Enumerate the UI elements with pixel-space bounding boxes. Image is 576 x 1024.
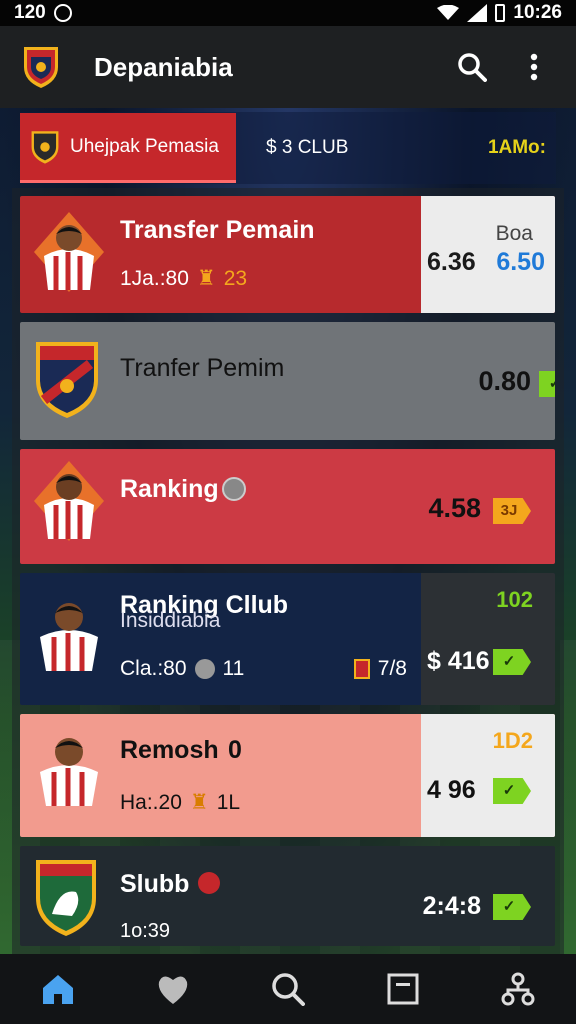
card-title-suffix: 0 [228,736,242,764]
ball-icon [194,659,215,679]
list-item[interactable]: Slubb 1o:39 2:4:8 ✓ [20,846,555,946]
list-item[interactable]: Tranfer Pemim 0.80 ✓ [20,322,555,440]
card-meta: Cla.:80 11 [120,657,244,681]
player-avatar [40,603,98,671]
club-crest-icon [31,130,59,164]
club-crest-logo [24,47,58,88]
card-score: 2:4:8 [422,892,481,920]
status-time-left: 120 [14,2,46,23]
search-icon [458,53,487,82]
card-score-panel: 1D2 4 96 ✓ [421,714,555,837]
tab-bar: Uhejpak Pemasia $ 3 CLUB 1AMo: [20,112,556,184]
club-crest-icon [36,342,98,418]
check-tag: ✓ [539,371,555,397]
card-title: Transfer Pemain [120,216,315,244]
rank-tag: 3J [493,498,531,524]
card-meta: 1Ja.:80 ♜ 23 [120,266,247,291]
trophy-icon: ♜ [189,791,209,814]
list-item[interactable]: Remosh 0 Ha:.20 ♜ 1L 1D2 4 96 ✓ [20,714,555,837]
card-top-number: 102 [496,587,533,612]
club-crest-icon [36,860,96,936]
network-icon [501,972,535,1006]
nav-favorites[interactable] [151,967,195,1011]
list-item[interactable]: Transfer Pemain 1Ja.:80 ♜ 23 Boa 6.36 6.… [20,196,555,313]
player-avatar [34,461,104,541]
tab-club[interactable]: $ 3 CLUB [266,137,348,159]
status-bar: 120 10:26 [0,0,576,26]
player-avatar [40,738,98,806]
heart-icon [158,976,188,1004]
wifi-icon [437,5,460,20]
nav-search[interactable] [266,967,310,1011]
ball-icon [222,477,246,501]
card-score: $ 416 [427,647,490,675]
card-score: 0.80 [478,366,531,396]
list-item[interactable]: Ranking 4.58 3J [20,449,555,564]
status-time-right: 10:26 [513,2,562,23]
card-score-label: Boa [495,222,533,245]
app-title: Depaniabia [94,51,233,82]
tab-right[interactable]: 1AMo: [488,137,546,159]
card-score-panel: 102 $ 416 ✓ [421,573,555,705]
more-vert-icon [530,53,538,81]
card-score-b: 6.50 [496,248,545,276]
bottom-nav [0,954,576,1024]
card-meta-value: Ha:.20 [120,790,182,814]
tab-active[interactable]: Uhejpak Pemasia [20,113,236,183]
battery-icon [495,4,506,22]
tab-active-label: Uhejpak Pemasia [70,135,219,157]
card-meta-club: 7/8 [353,657,407,681]
card-meta-value: 1Ja.:80 [120,266,189,290]
card-title: Tranfer Pemim [120,354,285,382]
card-meta-value: 1o:39 [120,920,171,942]
card-meta-value: Cla.:80 [120,657,187,680]
check-tag: ✓ [493,649,531,675]
nav-squad[interactable] [381,967,425,1011]
card-score: 4 96 [427,776,476,804]
more-options-button[interactable] [514,47,554,87]
card-score: 4.58 [428,493,481,523]
card-score-a: 6.36 [427,248,476,276]
home-icon [42,975,73,1004]
card-title: Slubb [120,870,190,898]
card-top-number: 1D2 [492,728,533,753]
square-icon [387,973,419,1005]
card-meta-ratio: 7/8 [377,657,407,680]
notification-icon [53,4,72,22]
signal-icon [467,4,488,22]
card-meta: Ha:.20 ♜ 1L [120,790,240,815]
check-tag: ✓ [493,894,531,920]
transfer-list: Transfer Pemain 1Ja.:80 ♜ 23 Boa 6.36 6.… [12,188,564,954]
trophy-icon: ♜ [196,267,216,290]
nav-network[interactable] [496,967,540,1011]
card-subtitle: Insiddiabia [120,609,221,632]
list-item[interactable]: Ranking Cllub Insiddiabia Cla.:80 11 7/8… [20,573,555,705]
club-crest-icon [353,659,370,679]
card-title: Ranking [120,475,219,503]
card-meta-count: 11 [222,657,245,680]
card-meta-count: 23 [223,266,248,290]
nav-home[interactable] [36,967,80,1011]
check-tag: ✓ [493,778,531,804]
app-bar: Depaniabia [0,26,576,108]
search-button[interactable] [452,47,492,87]
badge-icon [198,872,220,894]
player-avatar [34,212,104,292]
search-icon [272,973,305,1006]
card-meta-count: 1L [216,790,241,814]
card-score-panel: Boa 6.36 6.50 [421,196,555,313]
card-title: Remosh [120,736,219,764]
